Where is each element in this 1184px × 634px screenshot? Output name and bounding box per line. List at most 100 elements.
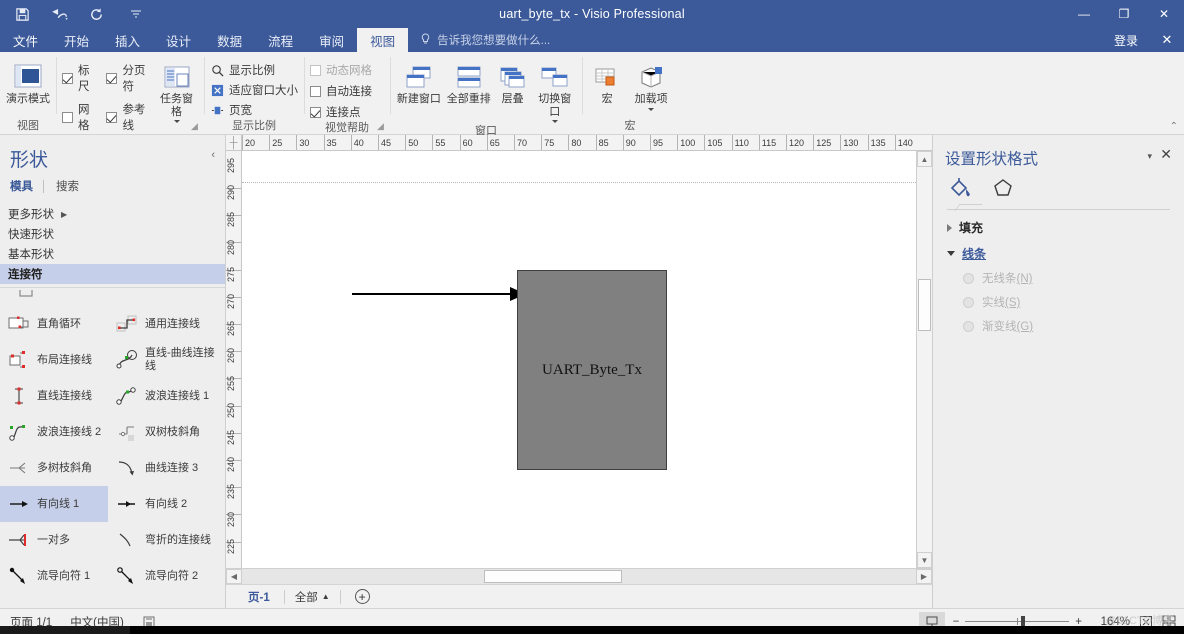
sign-in-button[interactable]: 登录 (1102, 32, 1150, 49)
close-button[interactable]: ✕ (1144, 0, 1184, 28)
show-dialog-launcher[interactable]: ◢ (189, 121, 200, 132)
shape-item-wave-connector-2[interactable]: 波浪连接线 2 (0, 414, 108, 450)
vertical-ruler[interactable]: 295 290 285 280 275 270 265 260 255 250 245 240 235 2… (226, 151, 242, 568)
collapse-ribbon-button[interactable]: ⌃ (1170, 121, 1178, 132)
tab-view[interactable]: 视图 (357, 28, 409, 52)
page-width-command[interactable]: 页宽 (210, 102, 298, 118)
scroll-up-button[interactable]: ▲ (917, 151, 932, 167)
checkbox-ruler[interactable]: 标尺 (62, 62, 96, 94)
minimize-button[interactable]: — (1064, 0, 1104, 28)
add-ins-button[interactable]: 加载项 (630, 56, 672, 111)
drawing-canvas[interactable]: UART_Byte_Tx (242, 151, 916, 568)
tell-me-box[interactable]: 告诉我您想要做什么... (408, 28, 550, 52)
cascade-button[interactable]: 层叠 (496, 56, 530, 106)
chevron-down-icon[interactable] (648, 107, 655, 111)
redo-icon[interactable] (86, 4, 106, 24)
shape-item-flow-direction-1[interactable]: 流导向符 1 (0, 558, 108, 594)
new-window-button[interactable]: 新建窗口 (396, 56, 442, 106)
vertical-scrollbar[interactable]: ▲ ▼ (916, 151, 932, 568)
tab-file[interactable]: 文件 (0, 28, 51, 52)
ruler-tick-h: 135 (867, 135, 886, 150)
zoom-command[interactable]: 显示比例 (210, 62, 298, 78)
fit-window-command[interactable]: 适应窗口大小 (210, 82, 298, 98)
visual-aids-dialog-launcher[interactable]: ◢ (375, 121, 386, 132)
shape-item-right-angle-loop[interactable]: 直角循环 (0, 306, 108, 342)
radio-gradient-line[interactable]: 渐变线(G) (933, 310, 1184, 334)
stencil-more-shapes[interactable]: 更多形状 ▶ (0, 204, 225, 224)
ruler-tick-h: 45 (378, 135, 391, 150)
checkbox-guides[interactable]: 参考线 (106, 101, 151, 133)
shape-item-multi-tree-bevel[interactable]: 多树枝斜角 (0, 450, 108, 486)
fill-bucket-icon[interactable] (947, 175, 975, 201)
checkbox-dynamic-grid[interactable]: 动态网格 (310, 62, 372, 78)
shape-item-double-tree-bevel[interactable]: 双树枝斜角 (108, 414, 216, 450)
restore-button[interactable]: ❐ (1104, 0, 1144, 28)
shape-item-directed-line-1[interactable]: 有向线 1 (0, 486, 108, 522)
shape-item-curve-connector-3[interactable]: 曲线连接 3 (108, 450, 216, 486)
horizontal-scrollbar[interactable]: ◀ ▶ (226, 568, 932, 584)
macros-button[interactable]: 宏 (588, 56, 626, 106)
shape-item-layout-connector[interactable]: 布局连接线 (0, 342, 108, 378)
tab-search[interactable]: 搜索 (44, 178, 79, 194)
line-curve-connector-icon (114, 347, 140, 373)
checkbox-connection-points[interactable]: 连接点 (310, 104, 372, 120)
shape-item-wave-connector-1[interactable]: 波浪连接线 1 (108, 378, 216, 414)
scroll-left-button[interactable]: ◀ (226, 569, 242, 584)
ribbon-tab-strip: 文件 开始 插入 设计 数据 流程 审阅 视图 告诉我您想要做什么... 登录 … (0, 28, 1184, 52)
add-page-button[interactable]: + (354, 589, 370, 604)
page-tab-1[interactable]: 页-1 (238, 589, 280, 605)
scroll-right-button[interactable]: ▶ (916, 569, 932, 584)
stencil-connectors[interactable]: 连接符 (0, 264, 225, 284)
save-icon[interactable] (12, 4, 32, 24)
horizontal-ruler[interactable]: 20 25 30 35 40 45 50 55 60 65 70 75 80 85 90 95 100 105 11… (242, 135, 932, 151)
vertical-scroll-thumb[interactable] (918, 279, 931, 331)
tab-design[interactable]: 设计 (153, 28, 204, 52)
zoom-track[interactable] (965, 616, 1070, 627)
shape-item-generic-connector[interactable]: 通用连接线 (108, 306, 216, 342)
shape-item-directed-line-2[interactable]: 有向线 2 (108, 486, 216, 522)
shape-uart-byte-tx[interactable]: UART_Byte_Tx (517, 270, 667, 470)
presentation-mode-button[interactable]: 演示模式 (6, 56, 50, 106)
shape-item-straight-connector[interactable]: 直线连接线 (0, 378, 108, 414)
all-pages-button[interactable]: 全部 ▲ (289, 589, 336, 605)
undo-icon[interactable] (46, 4, 72, 24)
format-pane-close-button[interactable]: ✕ (1160, 147, 1172, 161)
stencil-basic-shapes[interactable]: 基本形状 (0, 244, 225, 264)
shape-item-one-to-many[interactable]: 一对多 (0, 522, 108, 558)
tab-insert[interactable]: 插入 (102, 28, 153, 52)
horizontal-scroll-thumb[interactable] (484, 570, 622, 583)
shapes-panel-collapse-button[interactable]: ‹ (211, 149, 215, 161)
arrow-connector[interactable] (350, 281, 530, 307)
format-pane-minimize-button[interactable]: ▾ (1147, 151, 1152, 162)
checkbox-page-breaks[interactable]: 分页符 (106, 62, 151, 94)
shape-effects-icon[interactable] (989, 175, 1017, 201)
stencil-quick-shapes[interactable]: 快速形状 (0, 224, 225, 244)
arrange-all-button[interactable]: 全部重排 (446, 56, 492, 106)
close-document-button[interactable]: ✕ (1150, 32, 1184, 48)
ruler-tick-h: 85 (595, 135, 609, 150)
shape-item-flow-direction-2[interactable]: 流导向符 2 (108, 558, 216, 594)
switch-windows-button[interactable]: 切换窗口 (534, 56, 576, 124)
tab-process[interactable]: 流程 (255, 28, 306, 52)
tab-stencil[interactable]: 模具 (10, 178, 43, 194)
horizontal-scroll-track[interactable] (242, 569, 916, 584)
tab-home[interactable]: 开始 (51, 28, 102, 52)
tab-data[interactable]: 数据 (204, 28, 255, 52)
task-pane-button[interactable]: 任务窗格 (155, 56, 198, 124)
shape-item-bent-connector[interactable]: 弯折的连接线 (108, 522, 216, 558)
format-section-fill[interactable]: 填充 (933, 210, 1184, 236)
radio-no-line[interactable]: 无线条(N) (933, 262, 1184, 286)
format-section-line[interactable]: 线条 (933, 236, 1184, 262)
checkbox-grid[interactable]: 网格 (62, 101, 96, 133)
checkbox-auto-connect[interactable]: 自动连接 (310, 83, 372, 99)
tab-review[interactable]: 审阅 (306, 28, 357, 52)
radio-solid-line[interactable]: 实线(S) (933, 286, 1184, 310)
shape-item-label: 曲线连接 3 (145, 461, 199, 474)
shape-item-line-curve-connector[interactable]: 直线-曲线连接线 (108, 342, 216, 378)
ruler-corner[interactable]: ┼ (226, 135, 242, 151)
shape-gallery: 直角循环 通用连接线 布局连接线 直线-曲线连接线 直线连接线 波浪连接线 1 … (0, 302, 225, 608)
chevron-down-icon (947, 251, 955, 256)
chevron-down-icon[interactable] (173, 120, 180, 124)
customize-qat-icon[interactable] (126, 4, 146, 24)
scroll-down-button[interactable]: ▼ (917, 552, 932, 568)
